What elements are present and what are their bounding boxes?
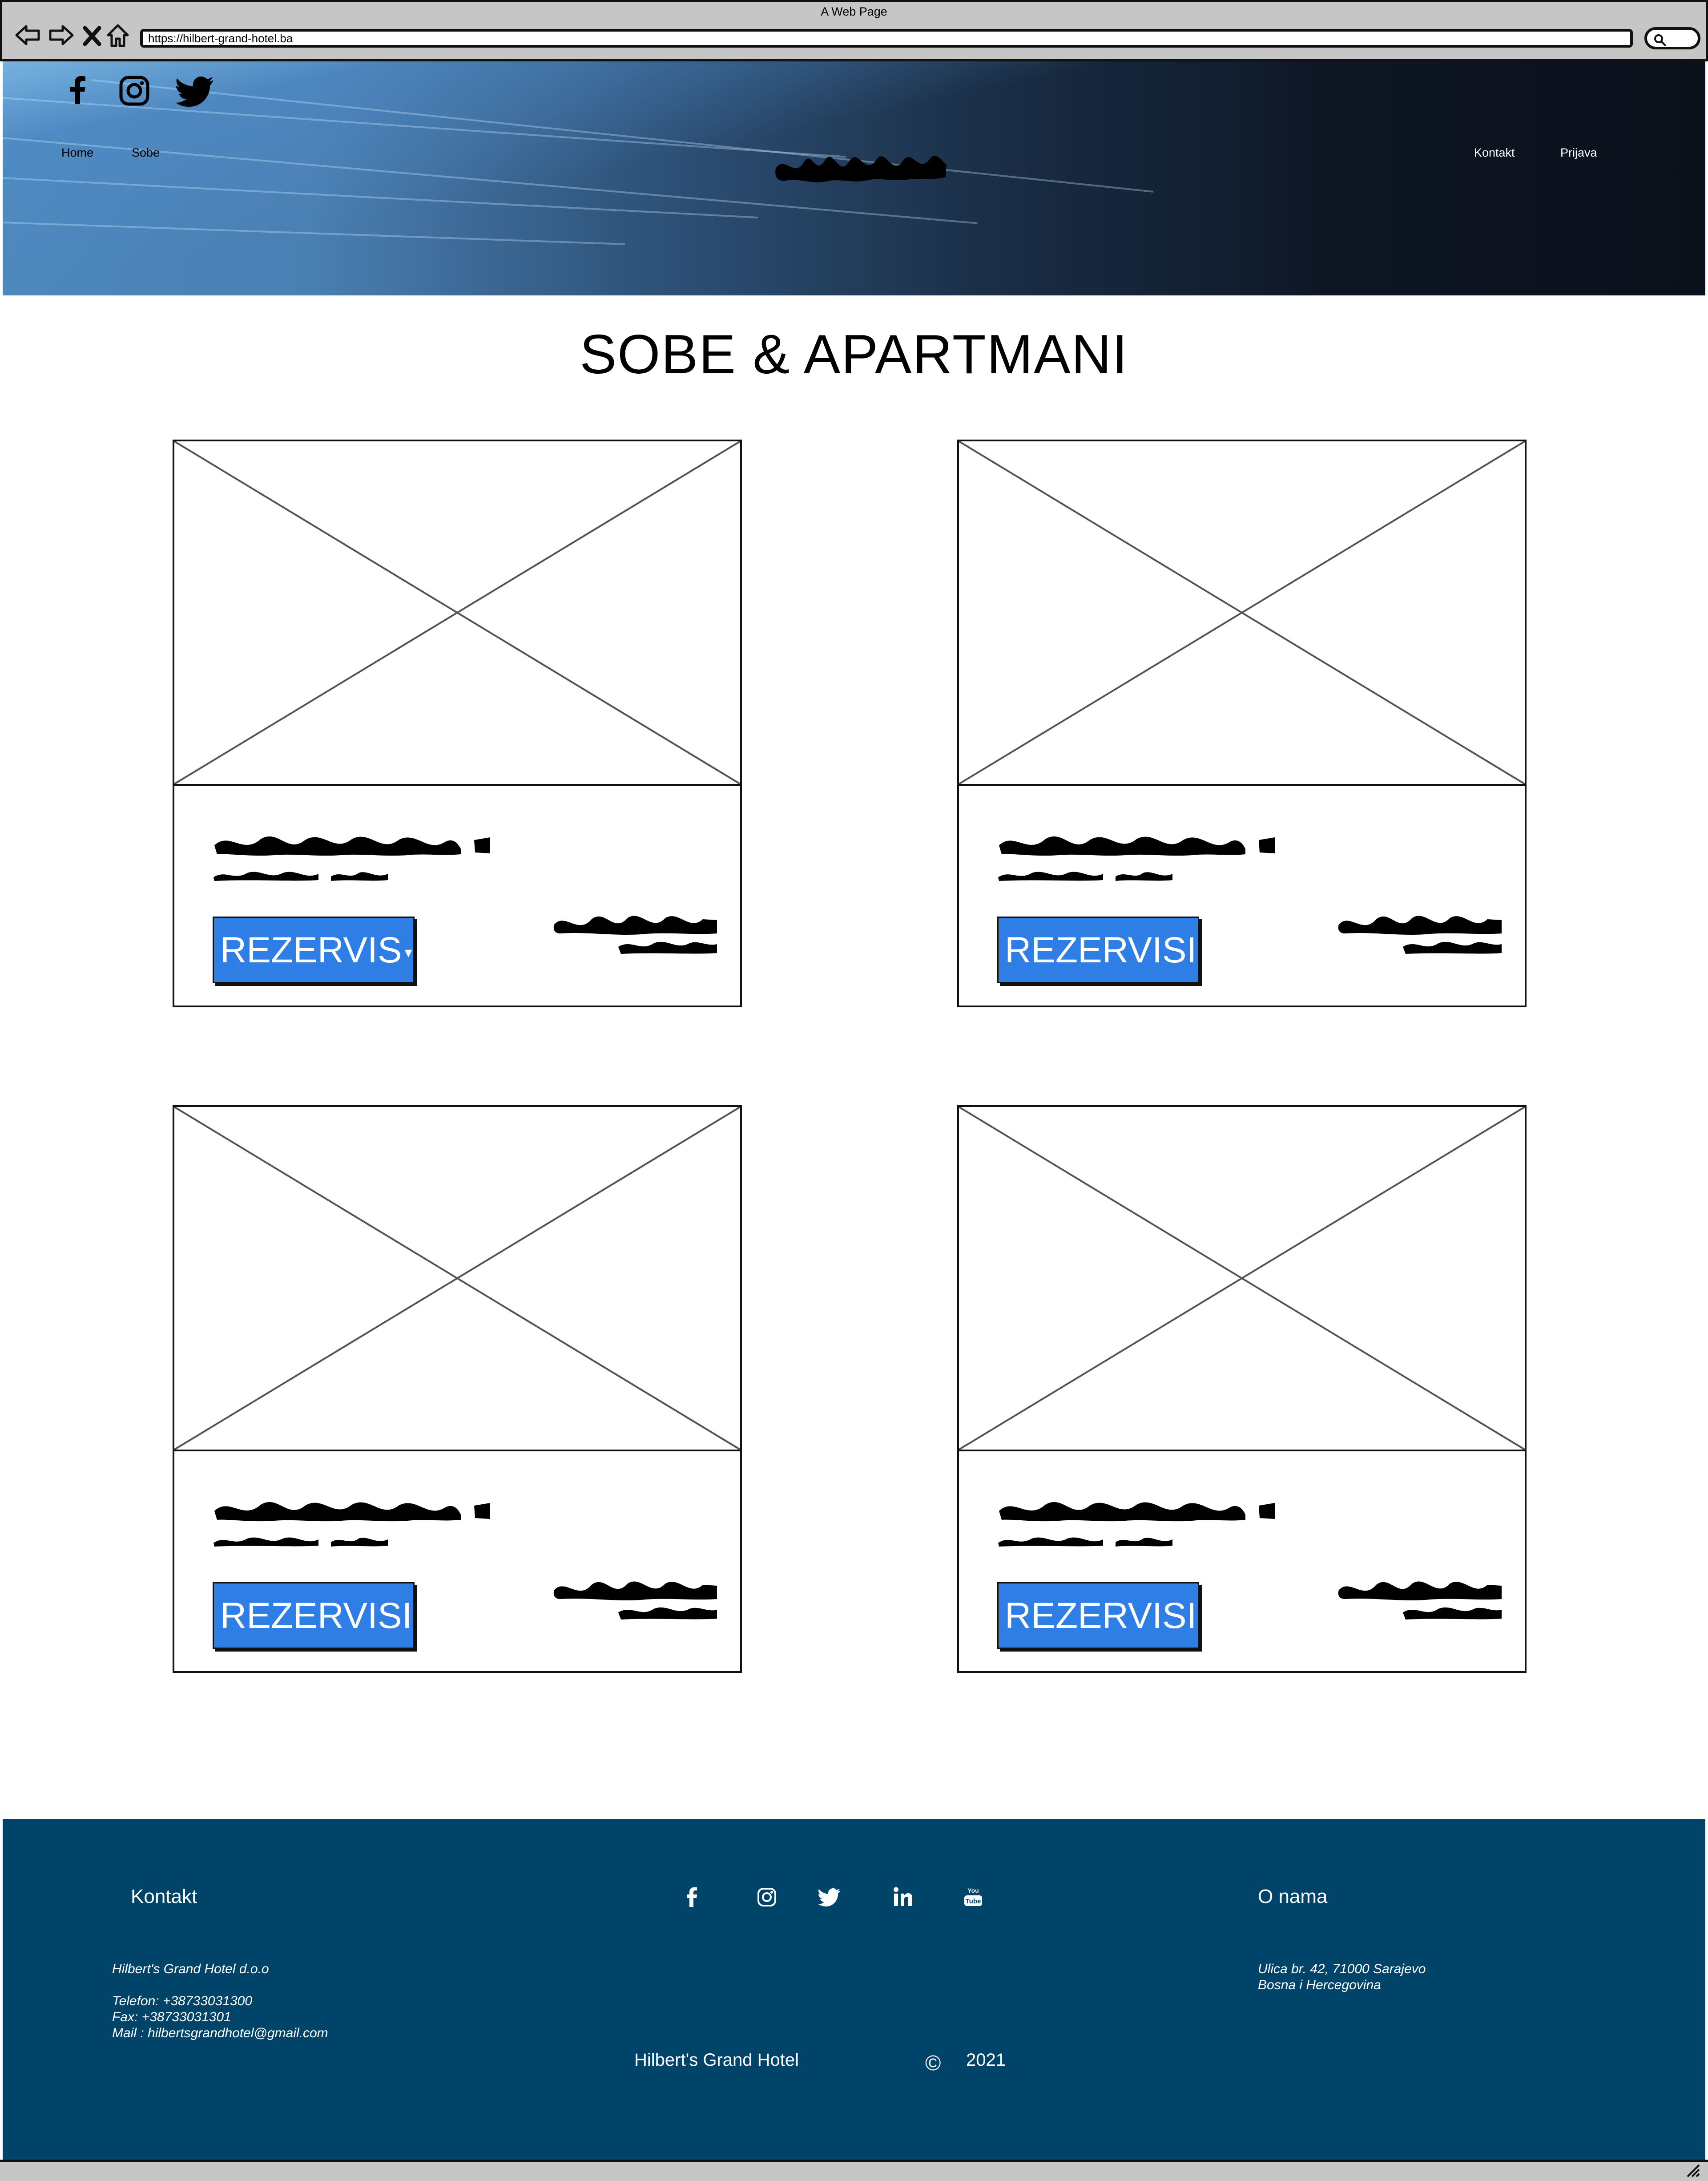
- nav-sobe[interactable]: Sobe: [132, 146, 160, 160]
- window-title: A Web Page: [821, 5, 887, 18]
- room-subtitle-scribble: [214, 1537, 388, 1547]
- footer-about-heading: O nama: [1258, 1886, 1328, 1907]
- footer: Kontakt Hilbert's Grand Hotel d.o.o Tele…: [3, 1819, 1705, 2160]
- room-subtitle-scribble: [998, 872, 1172, 881]
- price-scribble: [1338, 916, 1502, 954]
- reserve-button-label: REZERVISI: [220, 1595, 412, 1636]
- home-icon[interactable]: [104, 21, 132, 49]
- resize-grip-icon[interactable]: [1685, 2162, 1701, 2178]
- page-title: SOBE & APARTMANI: [580, 324, 1128, 385]
- image-placeholder-icon: [959, 441, 1525, 784]
- price-scribble: [1338, 1581, 1502, 1620]
- image-placeholder: [174, 1107, 740, 1451]
- footer-year: 2021: [966, 2050, 1006, 2070]
- image-placeholder: [959, 1107, 1525, 1451]
- room-subtitle-scribble: [214, 872, 388, 881]
- footer-mail[interactable]: Mail : hilbertsgrandhotel@gmail.com: [112, 2025, 328, 2041]
- reserve-button[interactable]: REZERVISI: [997, 1582, 1199, 1649]
- twitter-icon[interactable]: [176, 73, 216, 109]
- light-streak: [3, 177, 758, 218]
- copyright-icon: ©: [925, 2052, 941, 2075]
- hero-header: Home Sobe Kontakt Prijava: [3, 61, 1705, 295]
- linkedin-icon[interactable]: [891, 1886, 914, 1909]
- dropdown-caret-icon: ▾: [404, 944, 412, 961]
- light-streak: [91, 79, 1154, 193]
- browser-status-bar: [0, 2160, 1708, 2181]
- youtube-icon[interactable]: You Tube: [962, 1886, 985, 1909]
- room-card: REZERVIS ▾: [173, 440, 742, 1007]
- svg-text:You: You: [967, 1887, 979, 1894]
- footer-contact-heading: Kontakt: [131, 1886, 197, 1907]
- footer-company: Hilbert's Grand Hotel d.o.o: [112, 1962, 269, 1976]
- reserve-button-label: REZERVISI: [1005, 1595, 1197, 1636]
- image-placeholder-icon: [959, 1107, 1525, 1450]
- reserve-button-label: REZERVIS: [220, 930, 402, 970]
- reserve-button[interactable]: REZERVISI: [213, 1582, 415, 1649]
- instagram-icon[interactable]: [117, 73, 152, 109]
- logo: [775, 156, 947, 182]
- reserve-button-label: REZERVISI: [1005, 930, 1197, 970]
- footer-address-line2: Bosna i Hercegovina: [1258, 1978, 1381, 1992]
- back-arrow-icon[interactable]: [14, 21, 42, 49]
- price-scribble: [553, 916, 717, 954]
- room-card: REZERVISI: [957, 440, 1527, 1007]
- facebook-icon[interactable]: [681, 1886, 704, 1909]
- instagram-icon[interactable]: [755, 1886, 778, 1909]
- nav-kontakt[interactable]: Kontakt: [1474, 146, 1515, 160]
- room-card: REZERVISI: [173, 1105, 742, 1673]
- image-placeholder-icon: [174, 441, 740, 784]
- image-placeholder: [174, 441, 740, 786]
- room-card: REZERVISI: [957, 1105, 1527, 1673]
- room-subtitle-scribble: [998, 1537, 1172, 1547]
- room-title-scribble: [214, 1502, 490, 1522]
- twitter-icon[interactable]: [818, 1886, 842, 1909]
- nav-prijava[interactable]: Prijava: [1560, 146, 1597, 160]
- footer-address-line1: Ulica br. 42, 71000 Sarajevo: [1258, 1962, 1426, 1976]
- light-streak: [3, 222, 625, 245]
- browser-search-field[interactable]: [1644, 27, 1700, 49]
- room-title-scribble: [999, 1502, 1275, 1522]
- close-icon[interactable]: [81, 21, 104, 49]
- search-icon: [1654, 34, 1666, 46]
- reserve-button[interactable]: REZERVIS ▾: [213, 917, 415, 983]
- footer-phone: Telefon: +38733031300: [112, 1994, 253, 2008]
- footer-brand: Hilbert's Grand Hotel: [634, 2050, 799, 2070]
- facebook-icon[interactable]: [60, 73, 96, 109]
- nav-home[interactable]: Home: [61, 146, 93, 160]
- browser-window-bar: A Web Page https://hilbert-grand-hotel.b…: [0, 0, 1708, 61]
- reserve-button[interactable]: REZERVISI: [997, 917, 1199, 983]
- image-placeholder: [959, 441, 1525, 786]
- forward-arrow-icon[interactable]: [47, 21, 75, 49]
- footer-fax: Fax: +38733031301: [112, 2010, 231, 2024]
- address-bar[interactable]: https://hilbert-grand-hotel.ba: [140, 29, 1633, 48]
- image-placeholder-icon: [174, 1107, 740, 1450]
- room-title-scribble: [214, 836, 490, 856]
- room-title-scribble: [999, 836, 1275, 856]
- svg-text:Tube: Tube: [966, 1898, 981, 1905]
- price-scribble: [553, 1581, 717, 1620]
